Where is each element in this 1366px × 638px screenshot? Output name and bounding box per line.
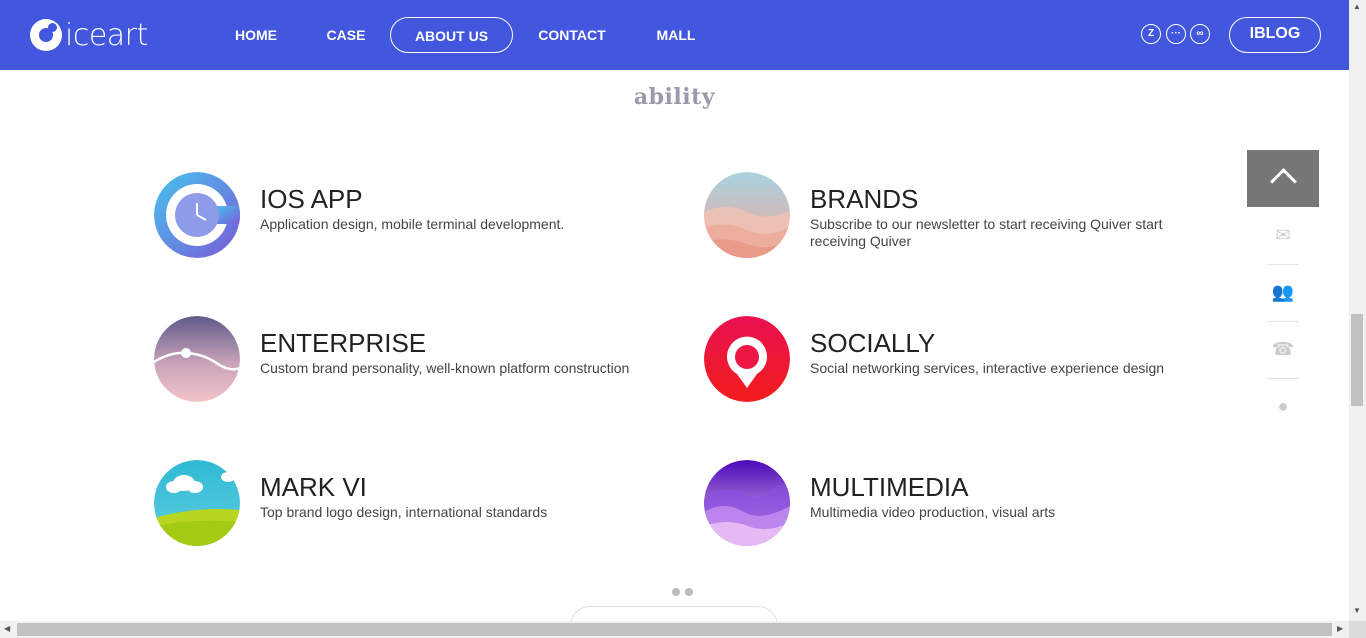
horizontal-scroll-thumb[interactable]: [17, 623, 1332, 636]
vertical-scrollbar[interactable]: ▲ ▼: [1349, 0, 1366, 621]
mark-vi-icon: [154, 460, 240, 546]
mail-icon[interactable]: ✉: [1247, 207, 1319, 264]
service-multimedia[interactable]: MULTIMEDIA Multimedia video production, …: [704, 460, 1204, 550]
service-description: Social networking services, interactive …: [810, 360, 1165, 376]
socially-icon: [704, 316, 790, 402]
scroll-left-arrow-icon[interactable]: ◀: [4, 624, 10, 633]
pagination-dot[interactable]: [685, 588, 693, 596]
iceart-logo[interactable]: iceart: [30, 17, 148, 53]
service-socially[interactable]: SOCIALLY Social networking services, int…: [704, 316, 1224, 406]
nav-home[interactable]: HOME: [220, 17, 292, 53]
service-title: ENTERPRISE: [260, 328, 427, 358]
service-enterprise[interactable]: ENTERPRISE Custom brand personality, wel…: [154, 316, 674, 406]
weibo-icon[interactable]: ∞: [1190, 24, 1210, 44]
service-title: SOCIALLY: [810, 328, 936, 358]
service-description: Application design, mobile terminal deve…: [260, 216, 565, 232]
section-title: ability: [633, 84, 716, 110]
vertical-scroll-thumb[interactable]: [1351, 314, 1363, 406]
service-mark-vi[interactable]: MARK VI Top brand logo design, internati…: [154, 460, 654, 550]
service-title: MULTIMEDIA: [810, 472, 969, 502]
carousel-pagination: [672, 588, 693, 596]
scrollbar-corner: [1349, 621, 1366, 638]
service-ios-app[interactable]: IOS APP Application design, mobile termi…: [154, 172, 654, 262]
nav-mall[interactable]: MALL: [648, 17, 704, 53]
service-description: Subscribe to our newsletter to start rec…: [810, 216, 1163, 249]
top-navigation-bar: iceart HOME CASE ABOUT US CONTACT MALL Z…: [0, 0, 1349, 70]
zhihu-icon[interactable]: Z: [1141, 24, 1161, 44]
scroll-right-arrow-icon[interactable]: ▶: [1337, 624, 1343, 633]
floating-side-panel: ✉ 👥 ☎ ●: [1247, 150, 1319, 435]
wechat-icon[interactable]: ···: [1166, 24, 1186, 44]
phone-icon[interactable]: ☎: [1247, 321, 1319, 378]
iblog-button[interactable]: IBLOG: [1229, 17, 1321, 53]
pagination-dot[interactable]: [672, 588, 680, 596]
service-title: BRANDS: [810, 184, 919, 214]
service-brands[interactable]: BRANDS Subscribe to our newsletter to st…: [704, 172, 1204, 262]
scroll-up-arrow-icon[interactable]: ▲: [1353, 2, 1361, 11]
service-description: Multimedia video production, visual arts: [810, 504, 1056, 520]
brands-icon: [704, 172, 790, 258]
nav-about-us[interactable]: ABOUT US: [390, 17, 513, 53]
nav-case[interactable]: CASE: [312, 17, 380, 53]
multimedia-icon: [704, 460, 790, 546]
nav-contact[interactable]: CONTACT: [530, 17, 614, 53]
user-icon[interactable]: 👥: [1247, 264, 1319, 321]
scroll-down-arrow-icon[interactable]: ▼: [1353, 606, 1361, 615]
service-description: Custom brand personality, well-known pla…: [260, 360, 630, 376]
enterprise-icon: [154, 316, 240, 402]
logo-text: iceart: [65, 17, 148, 53]
ios-app-icon: [154, 172, 240, 258]
qq-icon[interactable]: ●: [1247, 378, 1319, 435]
logo-mark-icon: [30, 19, 62, 51]
service-title: MARK VI: [260, 472, 367, 502]
back-to-top-button[interactable]: [1247, 150, 1319, 207]
service-description: Top brand logo design, international sta…: [260, 504, 548, 520]
horizontal-scrollbar[interactable]: ◀ ▶: [0, 621, 1349, 638]
service-title: IOS APP: [260, 184, 363, 214]
